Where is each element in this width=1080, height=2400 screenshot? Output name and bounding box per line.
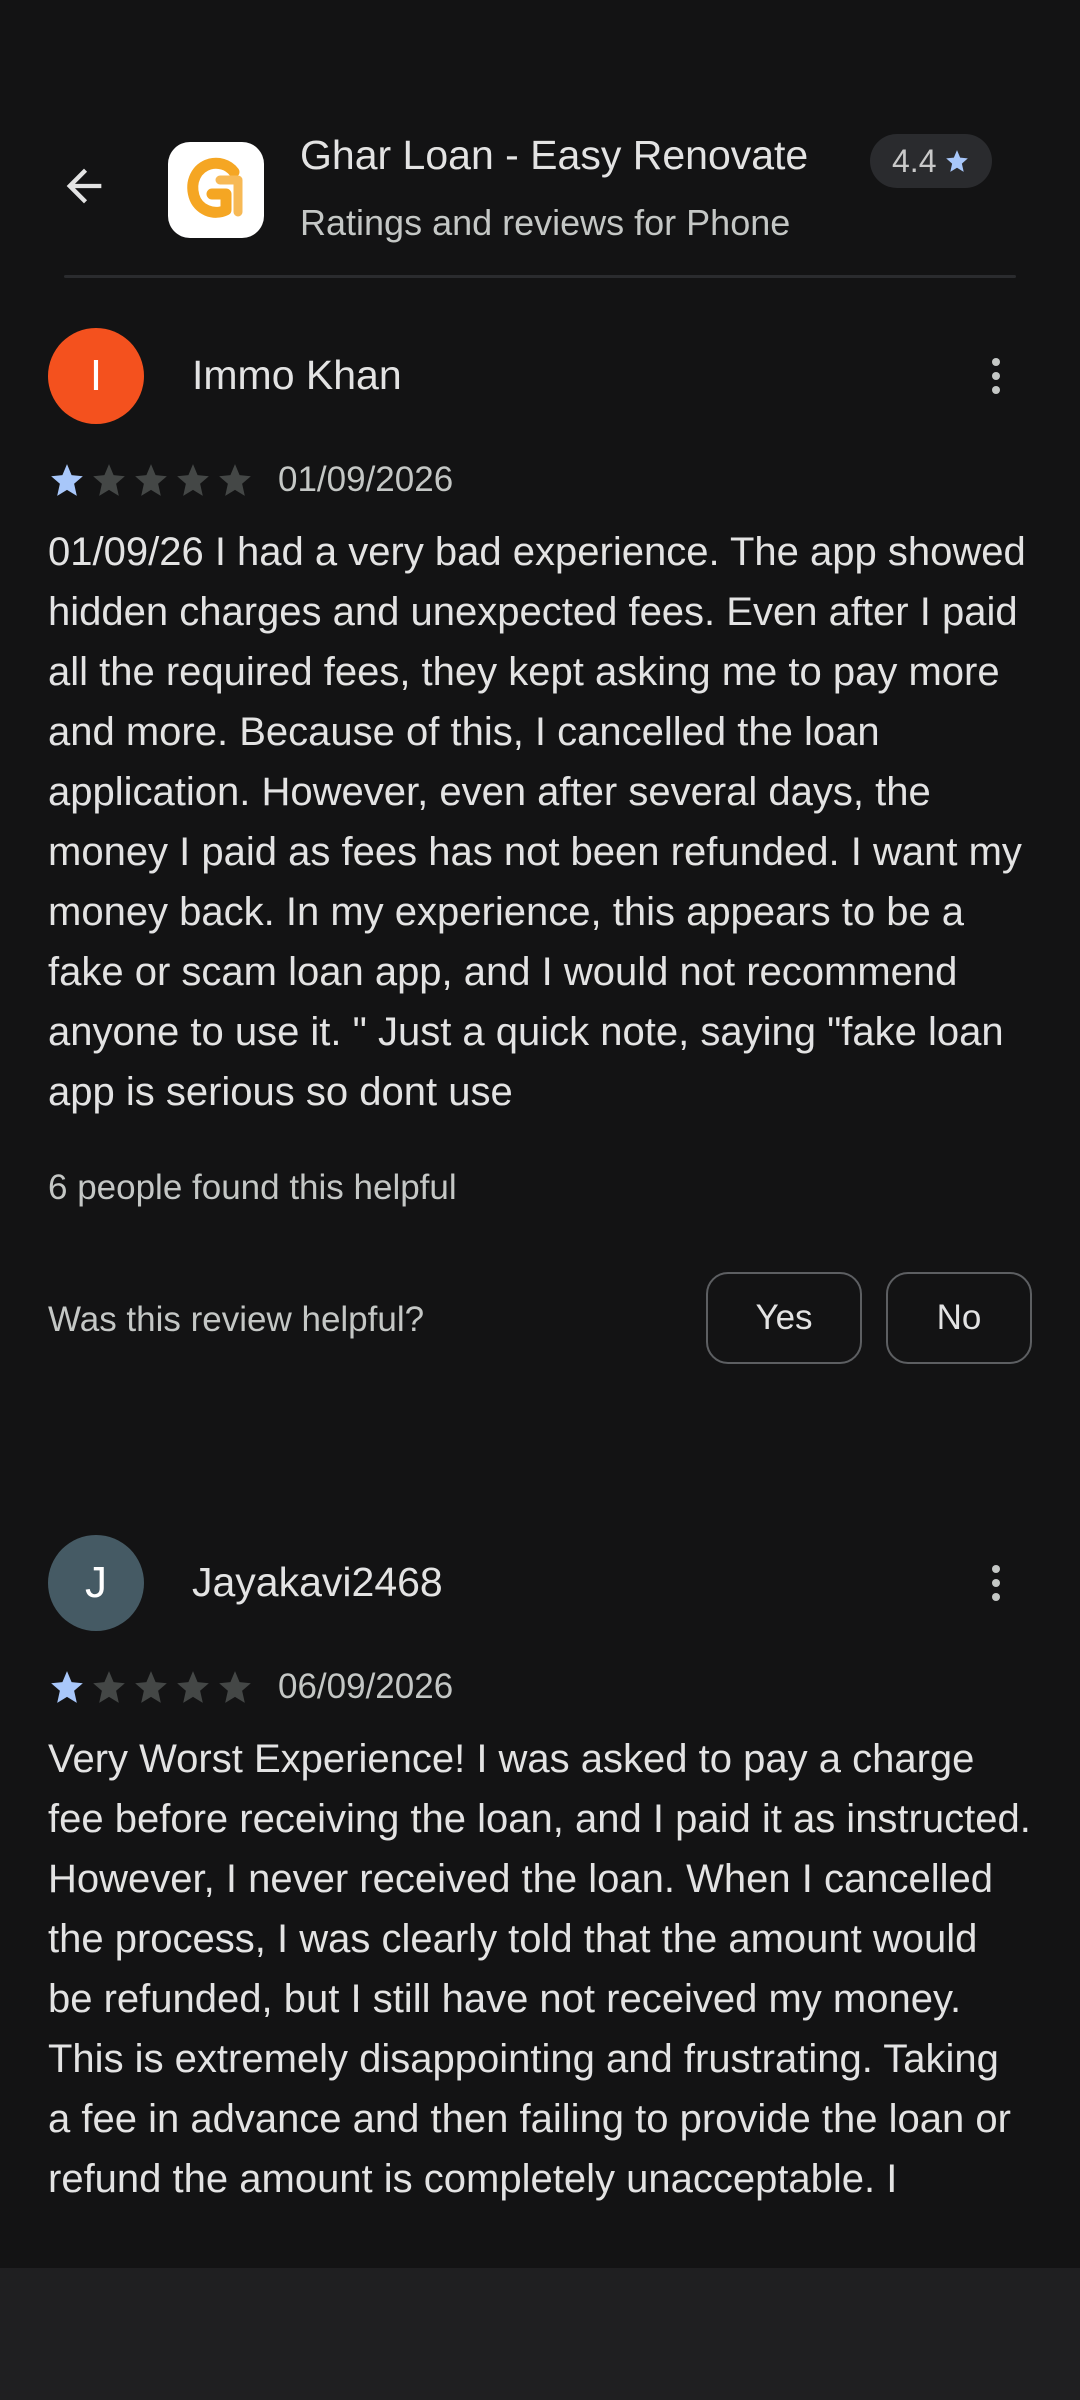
screen-content: Ghar Loan - Easy Renovate 4.4 Ratings an… [0, 0, 1080, 2268]
review-card: I Immo Khan 01/09/2026 01/09/26 I had a … [48, 328, 1032, 1368]
avatar: J [48, 1535, 144, 1631]
review-text: 01/09/26 I had a very bad experience. Th… [48, 530, 1026, 1114]
review-date: 01/09/2026 [278, 460, 454, 499]
review-meta: 01/09/2026 [48, 452, 1032, 508]
bottom-bar [0, 2268, 1080, 2400]
star-empty-icon [93, 1671, 125, 1703]
helpful-yes-button[interactable]: Yes [706, 1272, 862, 1364]
helpful-question: Was this review helpful? [48, 1300, 425, 1339]
avatar-letter: I [89, 351, 103, 400]
star-icon [946, 150, 969, 172]
app-title: Ghar Loan - Easy Renovate [300, 132, 809, 178]
arrow-back-icon [66, 168, 102, 204]
app-header: Ghar Loan - Easy Renovate 4.4 Ratings an… [0, 0, 1080, 280]
header-divider [64, 275, 1016, 278]
helpful-feedback: Was this review helpful? Yes No [48, 1272, 1032, 1368]
app-icon [168, 142, 264, 238]
avatar: I [48, 328, 144, 424]
star-empty-icon [219, 1671, 251, 1703]
star-empty-icon [93, 464, 125, 496]
review-more-button[interactable] [960, 340, 1032, 412]
helpful-count: 6 people found this helpful [48, 1168, 457, 1207]
review-header: I Immo Khan [48, 328, 1032, 424]
star-filled-icon [51, 464, 83, 496]
star-empty-icon [177, 464, 209, 496]
review-more-button[interactable] [960, 1547, 1032, 1619]
more-vert-icon [992, 358, 1000, 394]
star-rating [48, 461, 254, 499]
avatar-letter: J [85, 1558, 107, 1607]
star-empty-icon [177, 1671, 209, 1703]
star-filled-icon [51, 1671, 83, 1703]
star-rating [48, 1668, 254, 1706]
reviewer-name: Jayakavi2468 [192, 1559, 443, 1605]
back-button[interactable] [48, 150, 120, 222]
app-logo-icon [187, 157, 243, 218]
app-rating-badge: 4.4 [870, 134, 993, 188]
review-card: J Jayakavi2468 06/09/2026 Very Worst Exp… [48, 1535, 1032, 2209]
review-meta: 06/09/2026 [48, 1659, 1032, 1715]
app-subtitle: Ratings and reviews for Phone [300, 202, 791, 243]
app-rating-value: 4.4 [892, 142, 937, 179]
star-empty-icon [219, 464, 251, 496]
more-vert-icon [992, 1565, 1000, 1601]
review-text: Very Worst Experience! I was asked to pa… [48, 1737, 1031, 2201]
star-empty-icon [135, 1671, 167, 1703]
reviewer-name: Immo Khan [192, 352, 402, 398]
review-header: J Jayakavi2468 [48, 1535, 1032, 1631]
star-empty-icon [135, 464, 167, 496]
review-date: 06/09/2026 [278, 1667, 454, 1706]
helpful-no-button[interactable]: No [886, 1272, 1032, 1364]
